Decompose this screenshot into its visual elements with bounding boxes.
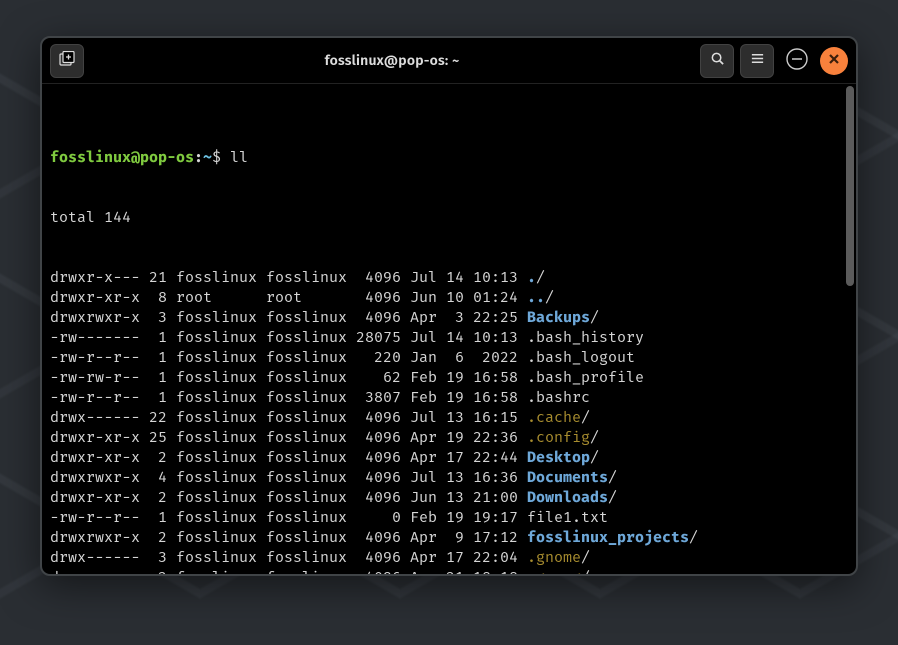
file-suffix: / — [581, 408, 590, 426]
file-meta: drwxr-xr-x 2 fosslinux fosslinux 4096 Ap… — [50, 448, 527, 466]
file-name: .. — [527, 288, 545, 306]
file-suffix: / — [545, 288, 554, 306]
file-meta: drwxrwxr-x 4 fosslinux fosslinux 4096 Ju… — [50, 468, 527, 486]
list-item: -rw-rw-r-- 1 fosslinux fosslinux 62 Feb … — [50, 367, 848, 387]
file-suffix: / — [590, 428, 599, 446]
file-meta: drwxr-xr-x 25 fosslinux fosslinux 4096 A… — [50, 428, 527, 446]
file-meta: drwxrwxr-x 3 fosslinux fosslinux 4096 Ap… — [50, 308, 527, 326]
file-meta: -rw-rw-r-- 1 fosslinux fosslinux 62 Feb … — [50, 368, 527, 386]
file-meta: -rw------- 1 fosslinux fosslinux 28075 J… — [50, 328, 527, 346]
list-item: drwxr-x--- 21 fosslinux fosslinux 4096 J… — [50, 267, 848, 287]
list-item: drwxr-xr-x 25 fosslinux fosslinux 4096 A… — [50, 427, 848, 447]
minimize-icon — [785, 47, 809, 75]
search-button[interactable] — [700, 44, 734, 78]
file-meta: -rw-r--r-- 1 fosslinux fosslinux 0 Feb 1… — [50, 508, 527, 526]
file-name: .bash_history — [527, 328, 644, 346]
prompt-path: ~ — [203, 148, 212, 166]
close-icon — [828, 52, 840, 69]
prompt-user-host: fosslinux@pop-os — [50, 148, 194, 166]
list-item: drwxrwxr-x 4 fosslinux fosslinux 4096 Ju… — [50, 467, 848, 487]
file-suffix: / — [536, 268, 545, 286]
file-name: Backups — [527, 308, 590, 326]
file-suffix: / — [608, 488, 617, 506]
terminal-body[interactable]: fosslinux@pop-os:~$ ll total 144 drwxr-x… — [42, 84, 856, 574]
minimize-button[interactable] — [780, 44, 814, 78]
file-suffix: / — [590, 448, 599, 466]
file-suffix: / — [581, 548, 590, 566]
file-meta: -rw-r--r-- 1 fosslinux fosslinux 3807 Fe… — [50, 388, 527, 406]
prompt-command: ll — [230, 148, 248, 166]
file-meta: drwx------ 22 fosslinux fosslinux 4096 J… — [50, 408, 527, 426]
file-meta: drwxrwxr-x 2 fosslinux fosslinux 4096 Ap… — [50, 528, 527, 546]
list-item: drwxr-xr-x 2 fosslinux fosslinux 4096 Ap… — [50, 447, 848, 467]
file-name: Downloads — [527, 488, 608, 506]
file-meta: drwxr-xr-x 2 fosslinux fosslinux 4096 Ju… — [50, 488, 527, 506]
list-item: drwxr-xr-x 8 root root 4096 Jun 10 01:24… — [50, 287, 848, 307]
close-button[interactable] — [820, 47, 848, 75]
file-suffix: / — [608, 468, 617, 486]
list-item: drwx------ 22 fosslinux fosslinux 4096 J… — [50, 407, 848, 427]
file-name: .gnome — [527, 548, 581, 566]
file-name: .config — [527, 428, 590, 446]
window-title: fosslinux@pop-os: ~ — [90, 52, 694, 69]
file-meta: drwxr-xr-x 8 root root 4096 Jun 10 01:24 — [50, 288, 527, 306]
file-meta: drwxr-x--- 21 fosslinux fosslinux 4096 J… — [50, 268, 527, 286]
list-item: -rw-r--r-- 1 fosslinux fosslinux 0 Feb 1… — [50, 507, 848, 527]
file-suffix: / — [581, 568, 590, 574]
list-item: drwxrwxr-x 3 fosslinux fosslinux 4096 Ap… — [50, 307, 848, 327]
file-name: Documents — [527, 468, 608, 486]
scrollbar[interactable] — [846, 86, 854, 286]
list-item: drwxr-xr-x 2 fosslinux fosslinux 4096 Ju… — [50, 487, 848, 507]
file-name: .bash_logout — [527, 348, 635, 366]
prompt-line: fosslinux@pop-os:~$ ll — [50, 147, 848, 167]
hamburger-icon — [750, 51, 765, 70]
list-item: -rw-r--r-- 1 fosslinux fosslinux 3807 Fe… — [50, 387, 848, 407]
file-name: file1.txt — [527, 508, 608, 526]
terminal-window: fosslinux@pop-os: ~ — [40, 36, 858, 576]
file-meta: -rw-r--r-- 1 fosslinux fosslinux 220 Jan… — [50, 348, 527, 366]
file-name: .bash_profile — [527, 368, 644, 386]
list-item: -rw------- 1 fosslinux fosslinux 28075 J… — [50, 327, 848, 347]
file-name: .gnupg — [527, 568, 581, 574]
file-name: .bashrc — [527, 388, 590, 406]
total-line: total 144 — [50, 207, 848, 227]
file-name: fosslinux_projects — [527, 528, 689, 546]
file-name: Desktop — [527, 448, 590, 466]
file-name: .cache — [527, 408, 581, 426]
file-suffix: / — [590, 308, 599, 326]
file-meta: drwx------ 3 fosslinux fosslinux 4096 Ap… — [50, 548, 527, 566]
new-tab-icon — [59, 51, 75, 71]
list-item: drwx------ 3 fosslinux fosslinux 4096 Ap… — [50, 547, 848, 567]
file-suffix: / — [689, 528, 698, 546]
list-item: drwx------ 2 fosslinux fosslinux 4096 Ap… — [50, 567, 848, 574]
prompt-dollar: $ — [212, 148, 230, 166]
new-tab-button[interactable] — [50, 44, 84, 78]
file-meta: drwx------ 2 fosslinux fosslinux 4096 Ap… — [50, 568, 527, 574]
file-listing: drwxr-x--- 21 fosslinux fosslinux 4096 J… — [50, 267, 848, 574]
menu-button[interactable] — [740, 44, 774, 78]
search-icon — [710, 51, 725, 70]
titlebar: fosslinux@pop-os: ~ — [42, 38, 856, 84]
list-item: -rw-r--r-- 1 fosslinux fosslinux 220 Jan… — [50, 347, 848, 367]
file-name: . — [527, 268, 536, 286]
list-item: drwxrwxr-x 2 fosslinux fosslinux 4096 Ap… — [50, 527, 848, 547]
prompt-colon: : — [194, 148, 203, 166]
